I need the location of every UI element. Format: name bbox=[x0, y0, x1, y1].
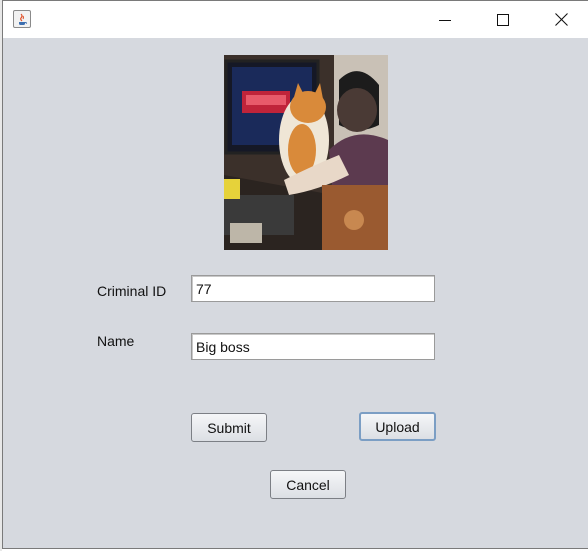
close-button[interactable] bbox=[532, 1, 588, 38]
maximize-icon bbox=[497, 13, 509, 26]
close-icon bbox=[554, 13, 568, 26]
criminal-id-field[interactable] bbox=[191, 275, 435, 302]
name-label: Name bbox=[97, 333, 135, 349]
cancel-button[interactable]: Cancel bbox=[270, 470, 346, 499]
criminal-id-label: Criminal ID bbox=[97, 283, 167, 299]
maximize-button[interactable] bbox=[474, 1, 532, 38]
title-bar bbox=[3, 1, 588, 38]
java-icon bbox=[13, 10, 31, 28]
name-field[interactable] bbox=[191, 333, 435, 360]
minimize-icon bbox=[439, 19, 451, 21]
submit-button[interactable]: Submit bbox=[191, 413, 267, 442]
app-window: Criminal ID Name Submit Upload Cancel bbox=[2, 0, 588, 549]
upload-button[interactable]: Upload bbox=[359, 412, 436, 441]
criminal-photo bbox=[224, 55, 388, 250]
minimize-button[interactable] bbox=[416, 1, 474, 38]
